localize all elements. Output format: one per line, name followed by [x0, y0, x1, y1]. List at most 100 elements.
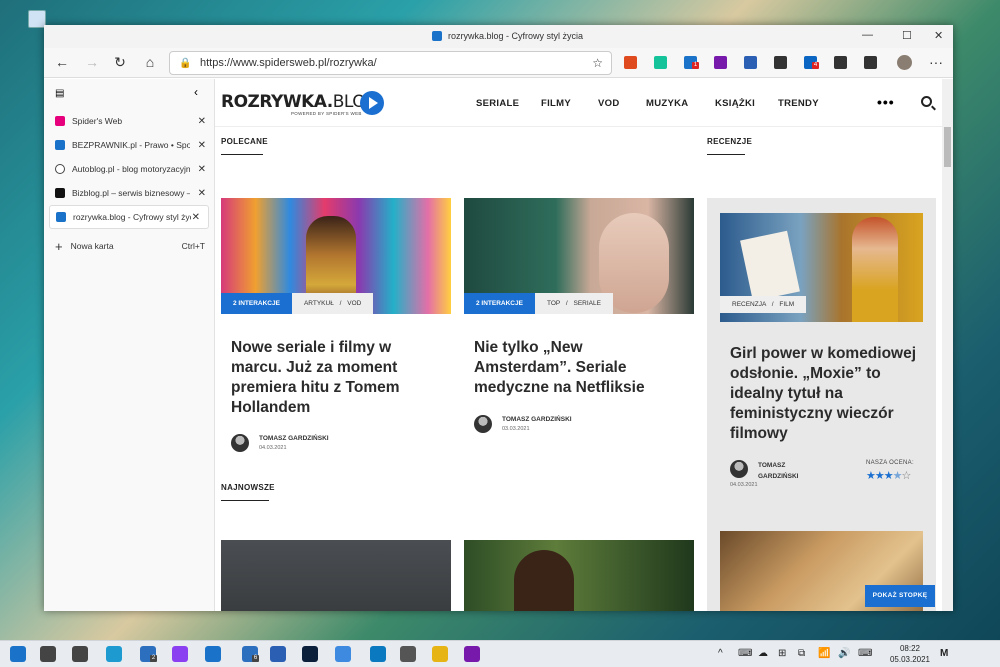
tray-item-icon[interactable]: ^	[718, 648, 723, 659]
grammarly-extension-icon[interactable]	[654, 56, 667, 69]
tray-item-icon[interactable]: ⊞	[778, 648, 786, 659]
category-tag[interactable]: RECENZJA / FILM	[720, 296, 807, 313]
plus-icon: +	[55, 238, 63, 254]
collections-icon[interactable]	[834, 56, 847, 69]
show-footer-button[interactable]: POKAŻ STOPKĘ	[865, 585, 935, 607]
close-window-button[interactable]: ✕	[934, 29, 943, 42]
home-button[interactable]: ⌂	[141, 54, 159, 70]
trello-icon[interactable]	[370, 646, 386, 662]
explorer-icon[interactable]	[432, 646, 448, 662]
tab-actions-icon[interactable]: ▤	[55, 88, 64, 99]
task-view-icon[interactable]	[72, 646, 88, 662]
settings-menu-button[interactable]: ···	[927, 54, 945, 70]
more-menu-button[interactable]: •••	[877, 94, 895, 110]
star-full-icon: ★	[883, 470, 894, 482]
section-reviews-title: RECENZJE	[707, 137, 753, 146]
category-tag[interactable]: ARTYKUŁ / VOD	[291, 293, 374, 314]
nav-trendy[interactable]: TRENDY	[778, 98, 819, 109]
minimize-button[interactable]: —	[862, 29, 873, 41]
share-extension-icon[interactable]	[774, 56, 787, 69]
article-image[interactable]	[221, 540, 451, 611]
quill-extension-icon[interactable]	[744, 56, 757, 69]
onenote-extension-icon[interactable]	[714, 56, 727, 69]
tray-item-icon[interactable]: ⌨	[738, 648, 752, 659]
nav-muzyka[interactable]: MUZYKA	[646, 98, 688, 109]
tab-favicon-icon	[55, 116, 65, 126]
close-tab-icon[interactable]: ✕	[198, 140, 206, 151]
nav-vod[interactable]: VOD	[598, 98, 620, 109]
site-favicon-icon	[432, 31, 442, 41]
new-tab-button[interactable]: + Nowa karta Ctrl+T	[44, 233, 214, 259]
app-badge: 2	[150, 655, 157, 662]
tray-item-icon[interactable]: 📶	[818, 648, 830, 659]
logo-tagline: POWERED BY SPIDER'S WEB	[291, 111, 362, 116]
close-tab-icon[interactable]: ✕	[198, 188, 206, 199]
article-image[interactable]	[464, 540, 694, 611]
nav-ksiazki[interactable]: KSIĄŻKI	[715, 98, 755, 109]
address-bar[interactable]: 🔒 https://www.spidersweb.pl/rozrywka/ ☆	[169, 51, 612, 75]
office-extension-icon[interactable]	[624, 56, 637, 69]
tab-favicon-icon	[55, 188, 65, 198]
onenote-icon[interactable]	[464, 646, 480, 662]
search-icon[interactable]	[921, 96, 932, 107]
star-empty-icon: ☆	[901, 470, 912, 482]
nav-seriale[interactable]: SERIALE	[476, 98, 519, 109]
article-title[interactable]: Nie tylko „New Amsterdam”. Seriale medyc…	[474, 338, 679, 398]
sidebar-tab[interactable]: rozrywka.blog - Cyfrowy styl życia ✕	[49, 205, 209, 229]
tray-item-icon[interactable]: 🔊	[838, 648, 850, 659]
maximize-button[interactable]: ☐	[902, 29, 912, 42]
tray-item-icon[interactable]: ⧉	[798, 648, 805, 659]
close-tab-icon[interactable]: ✕	[192, 212, 200, 223]
category-tag[interactable]: TOP / SERIALE	[534, 293, 613, 314]
page-scrollbar[interactable]	[942, 79, 953, 611]
edge-icon[interactable]	[106, 646, 122, 662]
author-avatar	[474, 415, 492, 433]
vertical-tabs-panel: ▤ ‹ Spider's Web ✕ BEZPRAWNIK.pl - Prawo •…	[44, 79, 215, 611]
tray-item-icon[interactable]: ☁	[758, 648, 768, 659]
article-title[interactable]: Nowe seriale i filmy w marcu. Już za mom…	[231, 338, 436, 418]
messenger-icon[interactable]	[172, 646, 188, 662]
profile-avatar[interactable]	[897, 55, 912, 70]
url-text: https://www.spidersweb.pl/rozrywka/	[200, 57, 377, 69]
collapse-panel-icon[interactable]: ‹	[194, 85, 198, 99]
sidebar-tab[interactable]: Spider's Web ✕	[44, 109, 214, 133]
sidebar-tab[interactable]: Autoblog.pl - blog motoryzacyjny ✕	[44, 157, 214, 181]
sidebar-tab[interactable]: BEZPRAWNIK.pl - Prawo • Społeczeństwo ✕	[44, 133, 214, 157]
calculator-icon[interactable]	[400, 646, 416, 662]
tray-item-icon[interactable]: ⌨	[858, 648, 872, 659]
forward-button[interactable]: →	[83, 54, 101, 70]
star-full-icon: ★	[866, 470, 876, 482]
search-icon[interactable]	[40, 646, 56, 662]
start-icon[interactable]	[10, 646, 26, 662]
favorite-star-icon[interactable]: ☆	[592, 52, 603, 74]
sidebar-tab[interactable]: Bizblog.pl – serwis biznesowy – polityka…	[44, 181, 214, 205]
section-featured-title: POLECANE	[221, 137, 268, 146]
chrome-icon[interactable]	[335, 646, 351, 662]
notifications-icon[interactable]: M	[940, 648, 948, 659]
interactions-tag[interactable]: 2 INTERAKCJE	[221, 293, 292, 314]
back-button[interactable]: ←	[53, 54, 71, 70]
star-half-icon: ★	[892, 470, 903, 482]
app-badge: 6	[252, 655, 259, 662]
photoshop-icon[interactable]	[302, 646, 318, 662]
clock[interactable]: 08:22 05.03.2021	[888, 643, 932, 665]
article-author: TOMASZ GARDZIŃSKI 04.03.2021	[231, 434, 411, 456]
interactions-tag[interactable]: 2 INTERAKCJE	[464, 293, 535, 314]
star-full-icon: ★	[874, 470, 885, 482]
word-icon[interactable]	[270, 646, 286, 662]
nav-filmy[interactable]: FILMY	[541, 98, 571, 109]
web-page: ROZRYWKA.BLOG POWERED BY SPIDER'S WEB SE…	[215, 79, 942, 611]
refresh-button[interactable]: ↻	[111, 54, 129, 71]
tab-favicon-icon	[55, 140, 65, 150]
tab-favicon-icon	[55, 164, 65, 174]
close-tab-icon[interactable]: ✕	[198, 164, 206, 175]
browser-window: rozrywka.blog - Cyfrowy styl życia — ☐ ✕…	[44, 25, 953, 611]
review-column: RECENZJA / FILM Girl power w komediowej …	[707, 198, 936, 611]
review-title[interactable]: Girl power w komediowej odsłonie. „Moxie…	[730, 344, 920, 444]
site-logo[interactable]: ROZRYWKA.BLOG	[221, 92, 378, 112]
close-tab-icon[interactable]: ✕	[198, 116, 206, 127]
edge-dev-icon[interactable]	[205, 646, 221, 662]
logo-play-icon	[360, 91, 384, 115]
tab-label: rozrywka.blog - Cyfrowy styl życia	[73, 212, 191, 222]
share-icon[interactable]	[864, 56, 877, 69]
